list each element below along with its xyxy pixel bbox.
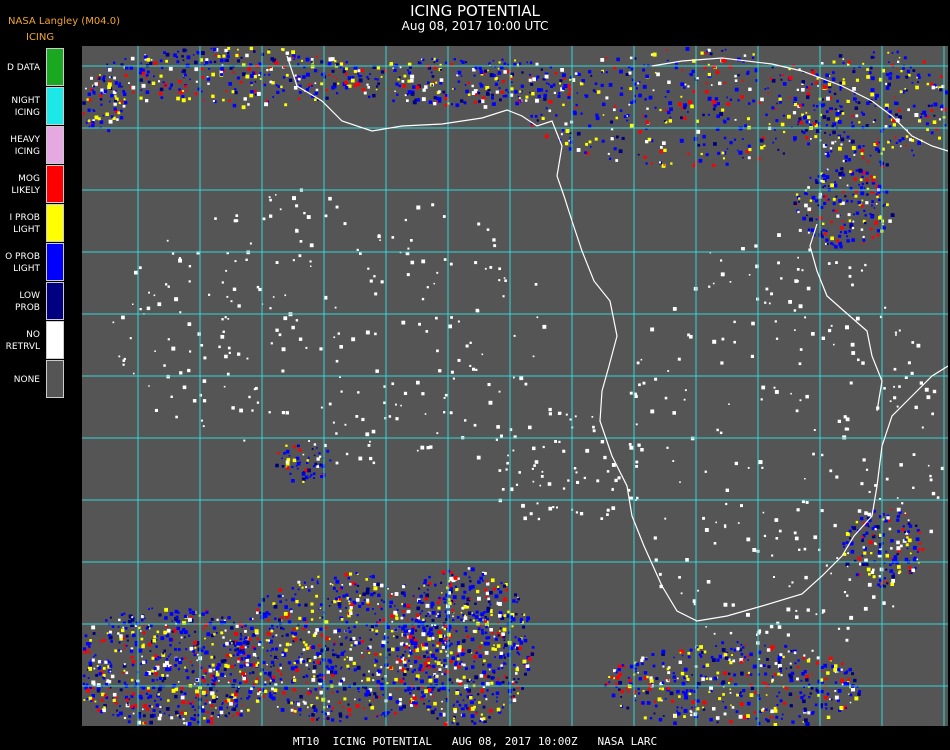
legend-item: O PROB LIGHT bbox=[0, 243, 66, 282]
legend-label: LOW PROB bbox=[0, 282, 40, 321]
legend-label-line: D DATA bbox=[7, 62, 40, 73]
legend-item: MOG LIKELY bbox=[0, 165, 66, 204]
legend-label-line: ICING bbox=[14, 146, 40, 157]
legend-item: D DATA bbox=[0, 48, 66, 87]
legend-label-line: LIGHT bbox=[13, 224, 40, 235]
legend-item: LOW PROB bbox=[0, 282, 66, 321]
legend-label-line: HEAVY bbox=[10, 134, 40, 145]
legend-swatch bbox=[46, 165, 64, 203]
legend-swatch bbox=[46, 243, 64, 281]
icing-legend: D DATA NIGHT ICING HEAVY ICING MOG LIKELY I PRO… bbox=[0, 48, 66, 399]
legend-swatch bbox=[46, 204, 64, 242]
legend-label-line: I PROB bbox=[9, 212, 40, 223]
legend-label-line: LIKELY bbox=[11, 185, 40, 196]
legend-label: NO RETRVL bbox=[0, 321, 40, 360]
legend-label-line: LOW bbox=[19, 290, 40, 301]
legend-swatch bbox=[46, 360, 64, 398]
legend-label: HEAVY ICING bbox=[0, 126, 40, 165]
legend-label-line: LIGHT bbox=[13, 263, 40, 274]
legend-label: MOG LIKELY bbox=[0, 165, 40, 204]
legend-label: I PROB LIGHT bbox=[0, 204, 40, 243]
legend-label-line: ICING bbox=[14, 107, 40, 118]
legend-swatch bbox=[46, 126, 64, 164]
legend-swatch bbox=[46, 87, 64, 125]
legend-label: O PROB LIGHT bbox=[0, 243, 40, 282]
legend-item: NIGHT ICING bbox=[0, 87, 66, 126]
legend-label-line: PROB bbox=[15, 302, 40, 313]
legend-label-line: MOG bbox=[18, 173, 40, 184]
legend-swatch bbox=[46, 48, 64, 86]
page-title: ICING POTENTIAL bbox=[410, 2, 540, 20]
page-subtitle: Aug 08, 2017 10:00 UTC bbox=[401, 19, 549, 33]
legend-label: NIGHT ICING bbox=[0, 87, 40, 126]
legend-label: NONE bbox=[0, 360, 40, 399]
legend-label-line: NIGHT bbox=[11, 95, 40, 106]
legend-label-line: NO bbox=[26, 329, 40, 340]
legend-swatch bbox=[46, 321, 64, 359]
legend-item: NONE bbox=[0, 360, 66, 399]
legend-title: ICING bbox=[26, 32, 55, 43]
legend-item: HEAVY ICING bbox=[0, 126, 66, 165]
legend-item: NO RETRVL bbox=[0, 321, 66, 360]
legend-label: D DATA bbox=[0, 48, 40, 87]
icing-potential-map bbox=[82, 46, 948, 726]
legend-item: I PROB LIGHT bbox=[0, 204, 66, 243]
legend-label-line: RETRVL bbox=[5, 341, 40, 352]
legend-label-line: NONE bbox=[13, 374, 40, 385]
legend-label-line: O PROB bbox=[5, 251, 40, 262]
footer-caption: MT10 ICING POTENTIAL AUG 08, 2017 10:00Z… bbox=[292, 735, 658, 748]
legend-swatch bbox=[46, 282, 64, 320]
